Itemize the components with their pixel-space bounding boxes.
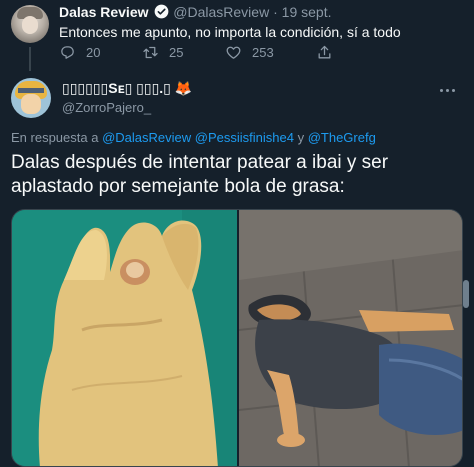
thread-connector — [29, 47, 31, 71]
reply-button[interactable]: 20 — [59, 44, 100, 61]
replying-to-line: En respuesta a @DalasReview @Pessiisfini… — [11, 130, 376, 145]
parent-display-name[interactable]: Dalas Review — [59, 4, 149, 20]
zorro-avatar[interactable] — [11, 78, 51, 118]
media-image-foot[interactable] — [12, 210, 237, 466]
share-icon — [318, 45, 331, 59]
verified-badge-icon — [155, 4, 169, 19]
parent-tweet[interactable]: Dalas Review @DalasReview · 19 sept. Ent… — [0, 0, 474, 71]
scrollbar-thumb[interactable] — [463, 280, 469, 308]
header-separator: · — [273, 4, 278, 20]
dalas-avatar[interactable] — [11, 5, 49, 43]
media-image-person-on-ground[interactable] — [239, 210, 462, 466]
reply-count: 20 — [86, 45, 101, 60]
parent-tweet-text: Entonces me apunto, no importa la condic… — [59, 24, 401, 40]
parent-handle[interactable]: @DalasReview — [173, 4, 269, 20]
like-count: 253 — [252, 45, 274, 60]
reply-display-name[interactable]: ▯▯▯▯▯▯Sᴇ▯ ▯▯▯.▯ 🦊 — [62, 80, 192, 97]
more-options-icon[interactable] — [440, 84, 462, 96]
mention-joiner: y — [297, 130, 305, 145]
reply-icon — [61, 46, 74, 59]
retweet-icon — [143, 46, 158, 59]
mention-link[interactable]: @TheGrefg — [308, 130, 376, 145]
parent-action-bar: 20 25 253 — [59, 44, 409, 64]
like-button[interactable]: 253 — [225, 44, 274, 61]
reply-tweet-text: Dalas después de intentar patear a ibai … — [11, 152, 389, 197]
parent-date[interactable]: 19 sept. — [282, 4, 332, 20]
heart-icon — [226, 46, 241, 59]
share-button[interactable] — [316, 44, 333, 61]
parent-tweet-header: Dalas Review @DalasReview · 19 sept. — [59, 4, 331, 20]
retweet-count: 25 — [169, 45, 184, 60]
retweet-button[interactable]: 25 — [142, 44, 183, 61]
tweet-media[interactable] — [11, 209, 463, 467]
mention-link[interactable]: @DalasReview — [102, 130, 191, 145]
reply-handle[interactable]: @ZorroPajero_ — [62, 100, 151, 115]
mention-link[interactable]: @Pessiisfinishe4 — [195, 130, 294, 145]
replying-prefix: En respuesta a — [11, 130, 99, 145]
